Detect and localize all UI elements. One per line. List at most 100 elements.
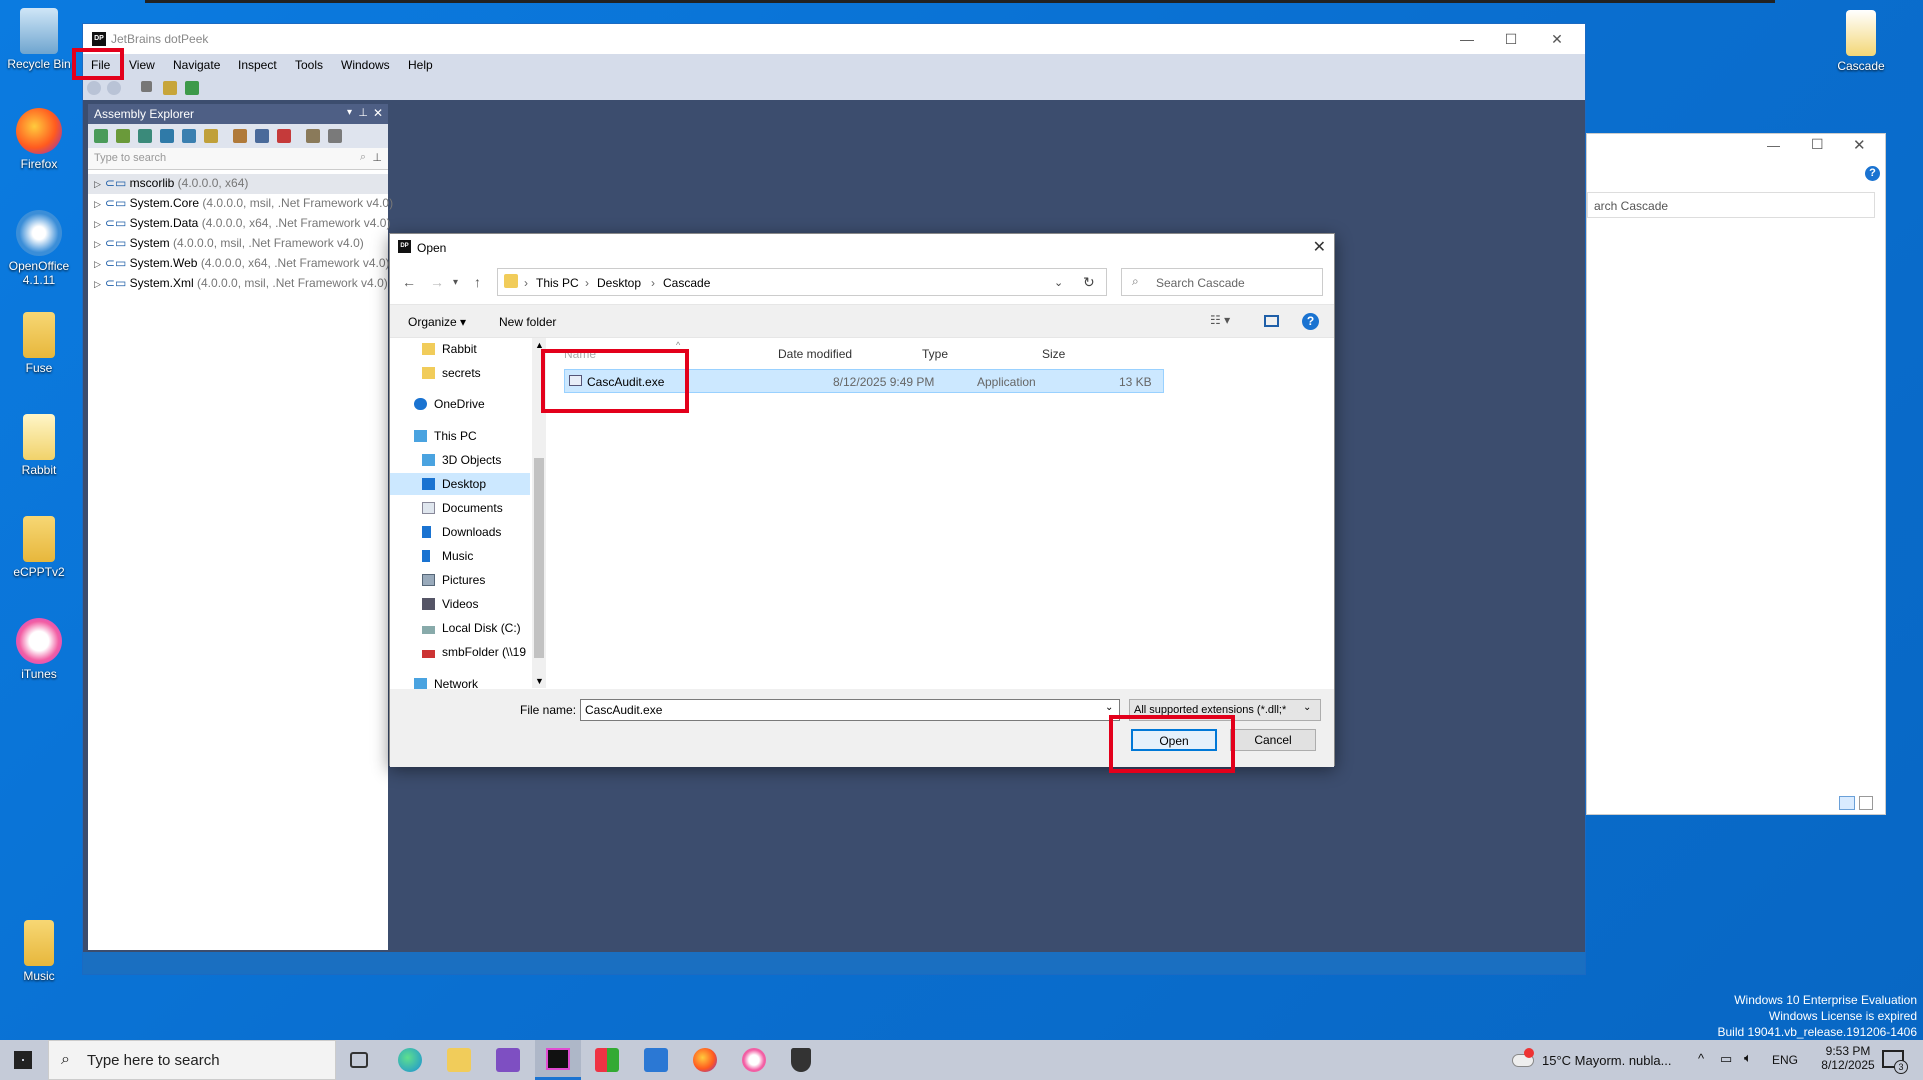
nav-item-videos[interactable]: Videos	[390, 593, 530, 615]
nav-item-onedrive[interactable]: OneDrive	[390, 393, 530, 415]
menu-view[interactable]: View	[129, 58, 155, 72]
file-explorer-icon[interactable]	[447, 1048, 471, 1072]
add-icon[interactable]	[116, 129, 130, 143]
settings-icon[interactable]	[328, 129, 342, 143]
desktop-icon-fuse[interactable]: Fuse	[0, 312, 78, 375]
breadcrumb-this-pc[interactable]: This PC	[536, 276, 579, 290]
mail-icon[interactable]	[644, 1048, 668, 1072]
tiles-view-icon[interactable]	[1859, 796, 1873, 810]
pin-icon[interactable]: ⊥	[358, 106, 368, 119]
assembly-item[interactable]: ▷ ⊂▭ System.Data (4.0.0.0, x64, .Net Fram…	[88, 214, 390, 234]
preview-pane-icon[interactable]	[1264, 315, 1279, 327]
dotpeek-taskbar-item[interactable]	[535, 1040, 581, 1080]
export-icon[interactable]	[255, 129, 269, 143]
task-view-icon[interactable]	[350, 1052, 368, 1068]
start-button[interactable]	[8, 1050, 38, 1070]
run-icon[interactable]	[185, 81, 199, 95]
desktop-icon-openoffice[interactable]: OpenOffice 4.1.11	[0, 210, 78, 287]
volume-icon[interactable]: 🔈︎	[1744, 1050, 1752, 1080]
nav-item-pictures[interactable]: Pictures	[390, 569, 530, 591]
clock[interactable]: 9:53 PM 8/12/2025	[1818, 1040, 1878, 1080]
cancel-button[interactable]: Cancel	[1230, 729, 1316, 751]
assembly-item[interactable]: ▷ ⊂▭ System.Xml (4.0.0.0, msil, .Net Fram…	[88, 274, 388, 294]
nav-item-smbfolder[interactable]: smbFolder (\\19	[390, 641, 530, 663]
assembly-item[interactable]: ▷ ⊂▭ mscorlib (4.0.0.0, x64)	[88, 174, 388, 194]
scroll-thumb[interactable]	[534, 458, 544, 658]
explorer-search-input[interactable]: Type to search ⌕ ⊥	[88, 148, 388, 170]
details-view-icon[interactable]	[1839, 796, 1855, 810]
maximize-icon[interactable]: ☐	[1811, 136, 1824, 153]
close-button[interactable]: ✕	[1313, 237, 1326, 257]
expand-icon[interactable]: ▷	[94, 219, 101, 229]
search-input[interactable]: arch Cascade	[1587, 192, 1875, 218]
pin-icon[interactable]: ⊥	[372, 151, 382, 164]
store-icon[interactable]	[595, 1048, 619, 1072]
breadcrumb-desktop[interactable]: Desktop	[597, 276, 641, 290]
visual-studio-icon[interactable]	[496, 1048, 520, 1072]
menu-help[interactable]: Help	[408, 58, 433, 72]
network-icon[interactable]: ▭	[1720, 1051, 1732, 1080]
navigate-icon[interactable]	[141, 81, 152, 92]
scroll-down-icon[interactable]: ▼	[535, 676, 544, 686]
assembly-item[interactable]: ▷ ⊂▭ System.Core (4.0.0.0, msil, .Net Fra…	[88, 194, 393, 214]
nav-item-local-disk[interactable]: Local Disk (C:)	[390, 617, 530, 639]
language-indicator[interactable]: ENG	[1772, 1053, 1798, 1080]
desktop-icon-cascade[interactable]: Cascade	[1822, 10, 1900, 73]
expand-icon[interactable]: ▷	[94, 199, 101, 209]
gac-icon[interactable]	[160, 129, 174, 143]
nav-item-rabbit[interactable]: Rabbit	[390, 338, 530, 360]
chevron-down-icon[interactable]: ⌄	[1054, 276, 1063, 289]
assembly-item[interactable]: ▷ ⊂▭ System (4.0.0.0, msil, .Net Framewor…	[88, 234, 388, 254]
help-icon[interactable]: ?	[1302, 313, 1319, 330]
show-hidden-icons[interactable]: ^	[1698, 1051, 1704, 1080]
back-icon[interactable]	[87, 81, 101, 95]
key-icon[interactable]	[204, 129, 218, 143]
menu-navigate[interactable]: Navigate	[173, 58, 220, 72]
forward-icon[interactable]	[107, 81, 121, 95]
sync-icon[interactable]	[182, 129, 196, 143]
close-icon[interactable]: ✕	[373, 106, 383, 120]
new-folder-button[interactable]: New folder	[499, 315, 556, 329]
dropdown-icon[interactable]: ▾	[347, 107, 352, 118]
expand-icon[interactable]: ▷	[94, 239, 101, 249]
up-icon[interactable]: ↑	[474, 274, 481, 290]
view-options-icon[interactable]: ☷ ▾	[1210, 313, 1230, 327]
find-icon[interactable]	[306, 129, 320, 143]
assembly-item[interactable]: ▷ ⊂▭ System.Web (4.0.0.0, x64, .Net Frame…	[88, 254, 390, 274]
itunes-icon[interactable]	[742, 1048, 766, 1072]
nav-item-documents[interactable]: Documents	[390, 497, 530, 519]
organize-button[interactable]: Organize ▾	[408, 315, 466, 329]
nav-item-desktop[interactable]: Desktop	[390, 473, 530, 495]
assembly-icon[interactable]	[163, 81, 177, 95]
taskbar-search-input[interactable]: ⌕ Type here to search	[48, 1040, 336, 1080]
desktop-icon-rabbit[interactable]: Rabbit	[0, 414, 78, 477]
expand-icon[interactable]: ▷	[94, 259, 101, 269]
nav-item-3d-objects[interactable]: 3D Objects	[390, 449, 530, 471]
nav-item-secrets[interactable]: secrets	[390, 362, 530, 384]
desktop-icon-ecpptv2[interactable]: eCPPTv2	[0, 516, 78, 579]
desktop-icon-recycle-bin[interactable]: Recycle Bin	[0, 8, 78, 71]
address-bar[interactable]: › This PC › Desktop › Cascade ⌄ ↻	[497, 268, 1107, 296]
nav-item-this-pc[interactable]: This PC	[390, 425, 530, 447]
menu-tools[interactable]: Tools	[295, 58, 323, 72]
close-icon[interactable]: ✕	[1853, 136, 1866, 154]
expand-icon[interactable]: ▷	[94, 179, 101, 189]
chevron-down-icon[interactable]: ⌄	[1303, 702, 1312, 713]
chevron-down-icon[interactable]: ⌄	[1105, 702, 1113, 713]
remove-icon[interactable]	[277, 129, 291, 143]
help-icon[interactable]: ?	[1865, 166, 1880, 181]
search-icon[interactable]: ⌕	[360, 151, 366, 164]
desktop-icon-firefox[interactable]: Firefox	[0, 108, 78, 171]
edge-icon[interactable]	[398, 1048, 422, 1072]
back-icon[interactable]: ←	[402, 274, 416, 290]
maximize-button[interactable]: ☐	[1491, 27, 1531, 51]
open-icon[interactable]	[94, 129, 108, 143]
desktop-icon-itunes[interactable]: iTunes	[0, 618, 78, 681]
column-size[interactable]: Size	[1042, 347, 1065, 361]
security-icon[interactable]	[791, 1048, 811, 1072]
menu-inspect[interactable]: Inspect	[238, 58, 277, 72]
column-type[interactable]: Type	[922, 347, 948, 361]
close-button[interactable]: ✕	[1537, 27, 1577, 51]
filename-input[interactable]: CascAudit.exe	[580, 699, 1120, 721]
firefox-icon[interactable]	[693, 1048, 717, 1072]
